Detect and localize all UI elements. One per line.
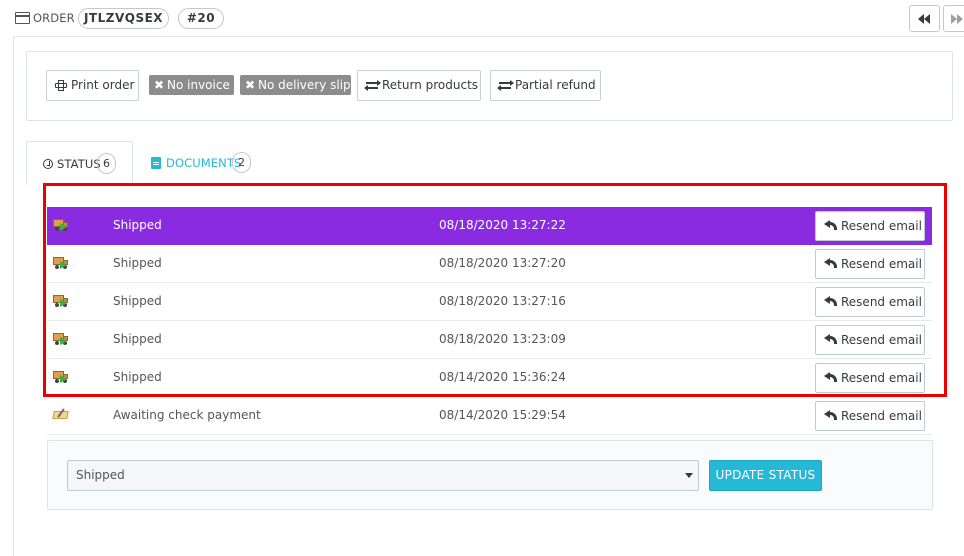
return-products-button[interactable]: Return products: [357, 70, 481, 101]
return-products-label: Return products: [382, 78, 479, 92]
tab-status-count: 6: [97, 153, 116, 174]
credit-card-icon: [15, 12, 30, 24]
selected-status: Shipped: [76, 468, 125, 482]
print-order-label: Print order: [71, 78, 135, 92]
tab-documents-count: 2: [232, 152, 251, 173]
status-name: Awaiting check payment: [113, 408, 261, 422]
no-invoice-label: No invoice: [167, 78, 230, 92]
previous-order-button[interactable]: [909, 5, 940, 32]
clock-icon: [43, 159, 53, 169]
resend-email-button[interactable]: Resend email: [815, 401, 925, 431]
tab-documents-label: DOCUMENTS: [166, 156, 242, 170]
order-label: ORDER: [33, 11, 75, 25]
order-number-badge: #20: [178, 8, 224, 29]
order-header: ORDER JTLZVQSEX #20: [0, 0, 964, 36]
file-icon: [151, 157, 161, 169]
close-icon: ✖: [154, 78, 165, 92]
no-delivery-slip-label: No delivery slip: [258, 78, 351, 92]
tab-documents[interactable]: DOCUMENTS 2: [137, 141, 267, 185]
close-icon: ✖: [245, 78, 256, 92]
resend-email-label: Resend email: [841, 409, 922, 423]
reply-icon: [824, 410, 838, 421]
exchange-icon: [364, 80, 381, 91]
no-delivery-slip-badge: ✖ No delivery slip: [240, 75, 351, 95]
order-reference-badge: JTLZVQSEX: [78, 8, 169, 29]
annotation-highlight-frame: [43, 183, 947, 397]
status-date: 08/14/2020 15:29:54: [439, 408, 566, 422]
partial-refund-label: Partial refund: [515, 78, 596, 92]
no-invoice-badge: ✖ No invoice: [149, 75, 234, 95]
update-status-button[interactable]: UPDATE STATUS: [709, 460, 822, 491]
tab-status-label: STATUS: [57, 157, 101, 171]
print-order-button[interactable]: Print order: [46, 70, 139, 101]
chevron-down-icon: [685, 473, 693, 478]
print-icon: [55, 80, 67, 91]
table-row: Awaiting check payment 08/14/2020 15:29:…: [47, 397, 932, 435]
cheque-icon: [52, 408, 69, 420]
partial-refund-button[interactable]: Partial refund: [490, 70, 601, 101]
order-status-select[interactable]: Shipped: [67, 460, 699, 491]
tab-status[interactable]: STATUS 6: [26, 141, 133, 185]
exchange-icon: [497, 80, 514, 91]
next-order-button[interactable]: [943, 5, 964, 32]
